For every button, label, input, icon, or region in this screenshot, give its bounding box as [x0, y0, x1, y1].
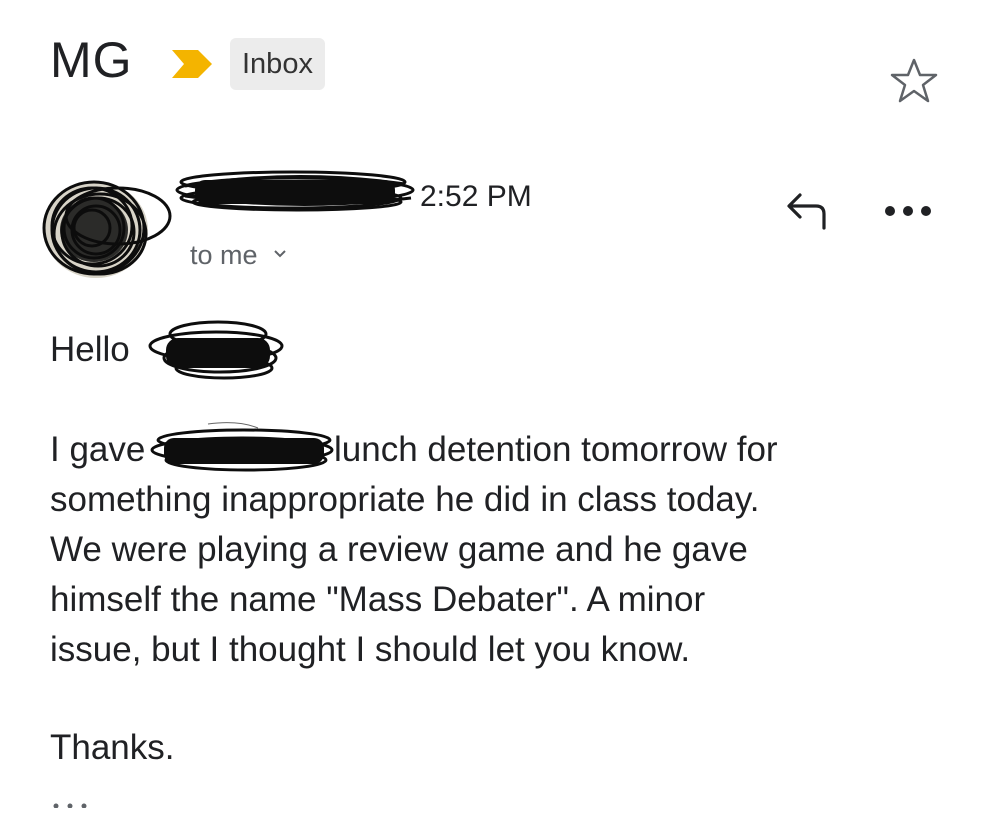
recipients-toggle[interactable]: to me — [190, 236, 287, 274]
recipients-label: to me — [190, 240, 258, 270]
sender-avatar[interactable] — [34, 172, 174, 284]
redaction-scribble — [150, 422, 334, 472]
message-greeting: Hello — [50, 330, 130, 369]
sender-name-redacted[interactable] — [165, 160, 423, 222]
inbox-label-chip[interactable]: Inbox — [230, 38, 325, 90]
redaction-scribble — [148, 320, 284, 380]
important-marker-icon[interactable] — [170, 48, 214, 80]
message-signoff: Thanks. — [50, 728, 175, 767]
chevron-down-icon — [274, 250, 286, 258]
message-line-3: We were playing a review game and he gav… — [50, 530, 748, 569]
message-line-2: something inappropriate he did in class … — [50, 480, 760, 519]
show-trimmed-content-icon[interactable] — [50, 796, 90, 808]
message-line-1-start: I gave — [50, 430, 146, 469]
message-line-5: issue, but I thought I should let you kn… — [50, 630, 691, 669]
message-line-1-end: lunch detention tomorrow for — [334, 430, 778, 469]
email-subject: MG — [50, 32, 133, 88]
reply-icon[interactable] — [780, 190, 832, 234]
message-line-4: himself the name "Mass Debater". A minor — [50, 580, 706, 619]
more-horizontal-icon[interactable] — [880, 196, 936, 226]
star-outline-icon[interactable] — [888, 56, 940, 106]
message-time: 2:52 PM — [420, 180, 532, 213]
